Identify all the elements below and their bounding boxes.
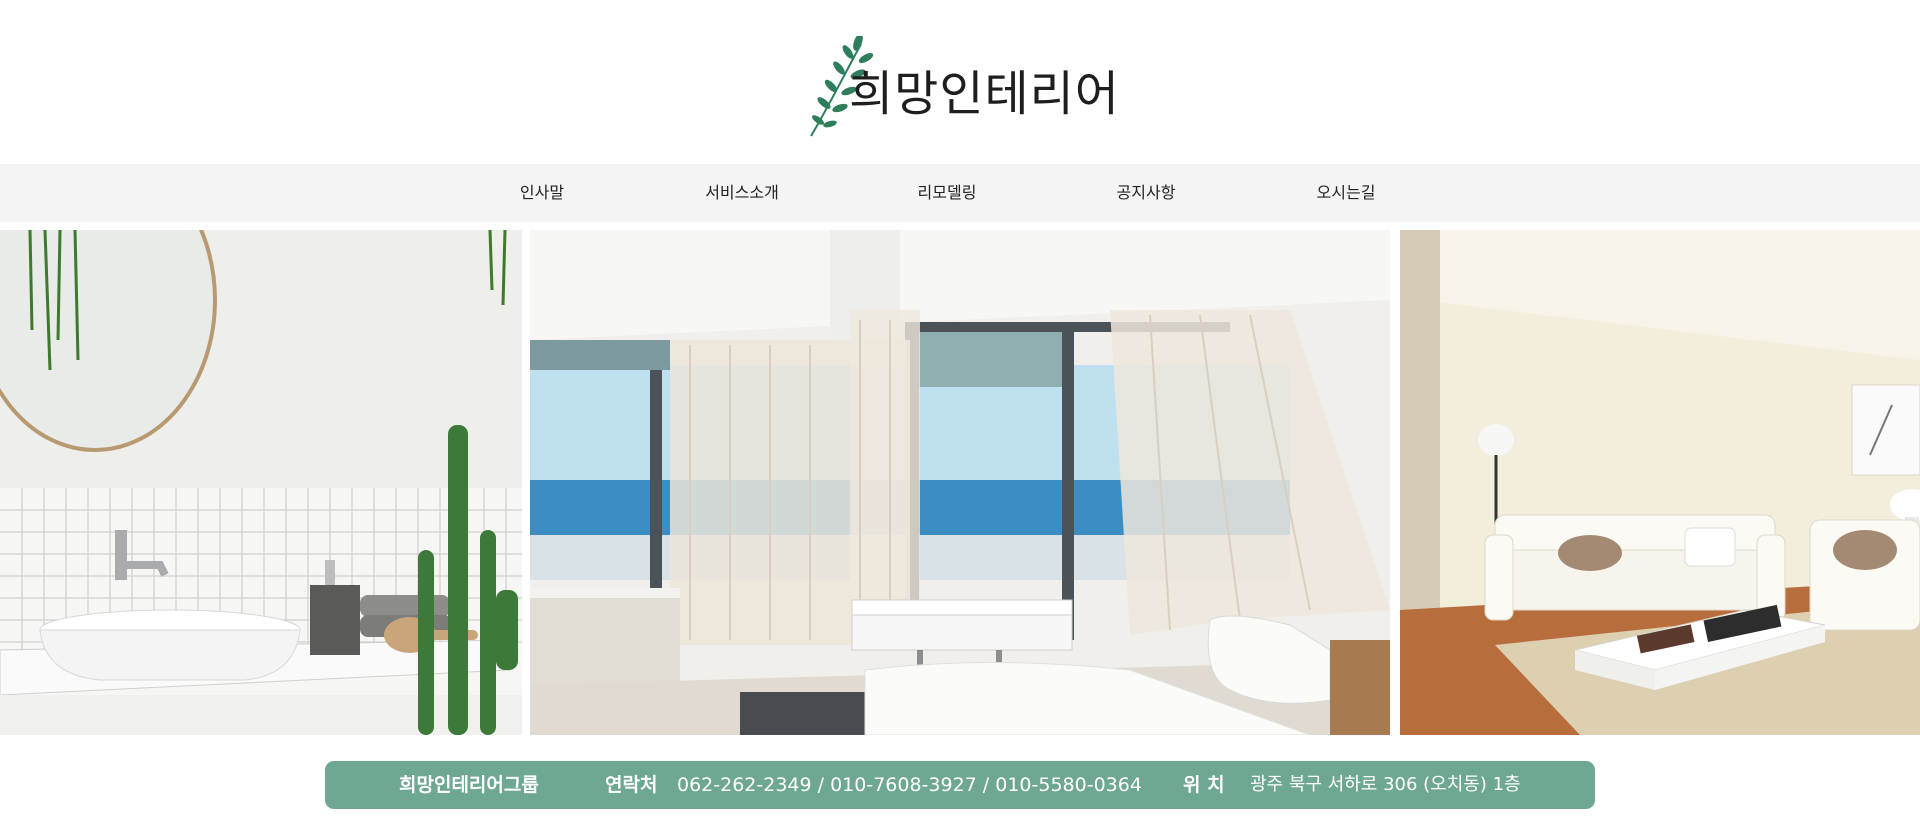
site-header: 희망인테리어	[0, 0, 1920, 164]
company-name: 희망인테리어그룹	[399, 774, 539, 796]
location-label: 위 치	[1183, 774, 1225, 796]
nav-item-remodeling[interactable]: 리모델링	[877, 164, 1017, 222]
logo-text: 희망인테리어	[849, 66, 1120, 122]
nav-item-services[interactable]: 서비스소개	[672, 164, 812, 222]
site-logo[interactable]: 희망인테리어	[806, 36, 1126, 140]
living-room-photo[interactable]	[1400, 230, 1920, 735]
nav-item-directions[interactable]: 오시는길	[1276, 164, 1416, 222]
nav-item-greeting[interactable]: 인사말	[472, 164, 612, 222]
ocean-bedroom-photo[interactable]	[530, 230, 1390, 735]
contact-label: 연락처	[605, 774, 658, 796]
contact-info-bar: 희망인테리어그룹 연락처 062-262-2349 / 010-7608-392…	[325, 761, 1595, 809]
nav-item-notice[interactable]: 공지사항	[1076, 164, 1216, 222]
main-nav: 인사말 서비스소개 리모델링 공지사항 오시는길	[0, 164, 1920, 222]
phone-numbers: 062-262-2349 / 010-7608-3927 / 010-5580-…	[677, 774, 1142, 796]
bathroom-photo[interactable]	[0, 230, 522, 735]
photo-gallery	[0, 230, 1920, 735]
address-text: 광주 북구 서하로 306 (오치동) 1층	[1250, 774, 1521, 795]
